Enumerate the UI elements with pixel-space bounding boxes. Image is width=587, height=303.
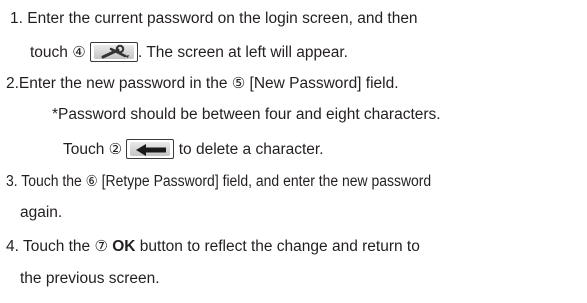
settings-wrench-icon — [90, 42, 138, 62]
step-1-result-text: . The screen at left will appear. — [138, 44, 348, 61]
touch-text: Touch — [63, 141, 109, 158]
retype-password-field-text: [Retype Password] field, and enter the n… — [97, 173, 432, 190]
callout-number-6: ⑥ — [85, 172, 98, 190]
step-4-continued: the previous screen. — [20, 270, 160, 287]
step-4-text: 4. Touch the — [6, 238, 95, 255]
step-4-line-2: the previous screen. — [20, 270, 160, 288]
step-1-touch-text: touch — [30, 44, 73, 61]
step-3-text: 3. Touch the — [6, 173, 86, 190]
delete-character-text: to delete a character. — [178, 141, 324, 158]
step-4-result-text: button to reflect the change and return … — [135, 238, 420, 255]
new-password-field-label: [New Password] field. — [245, 75, 399, 92]
step-3-line-2: again. — [20, 204, 62, 222]
step-2-line-1: 2.Enter the new password in the ⑤ [New P… — [6, 74, 399, 93]
step-1-line-1: 1. Enter the current password on the log… — [10, 10, 418, 28]
password-length-note: *Password should be between four and eig… — [52, 106, 441, 123]
step-4-line-1: 4. Touch the ⑦ OK button to reflect the … — [6, 237, 420, 256]
callout-number-7: ⑦ — [94, 237, 108, 255]
backspace-arrow-icon — [126, 139, 175, 159]
step-1-line-2: touch ④ . The screen at left will appear… — [30, 42, 348, 62]
step-3-line-1: 3. Touch the ⑥ [Retype Password] field, … — [6, 172, 478, 191]
step-2-line-3: Touch ② to delete a character. — [63, 139, 324, 159]
callout-number-4: ④ — [72, 43, 86, 61]
callout-number-5: ⑤ — [231, 74, 246, 92]
callout-number-2: ② — [108, 140, 123, 158]
instruction-text: 1. Enter the current password on the log… — [0, 0, 587, 303]
step-2-text: 2.Enter the new password in the — [6, 75, 232, 92]
ok-button-label: OK — [107, 238, 136, 255]
step-3-continued: again. — [20, 204, 63, 221]
step-2-note: *Password should be between four and eig… — [52, 106, 441, 124]
step-1-text: 1. Enter the current password on the log… — [10, 10, 418, 27]
